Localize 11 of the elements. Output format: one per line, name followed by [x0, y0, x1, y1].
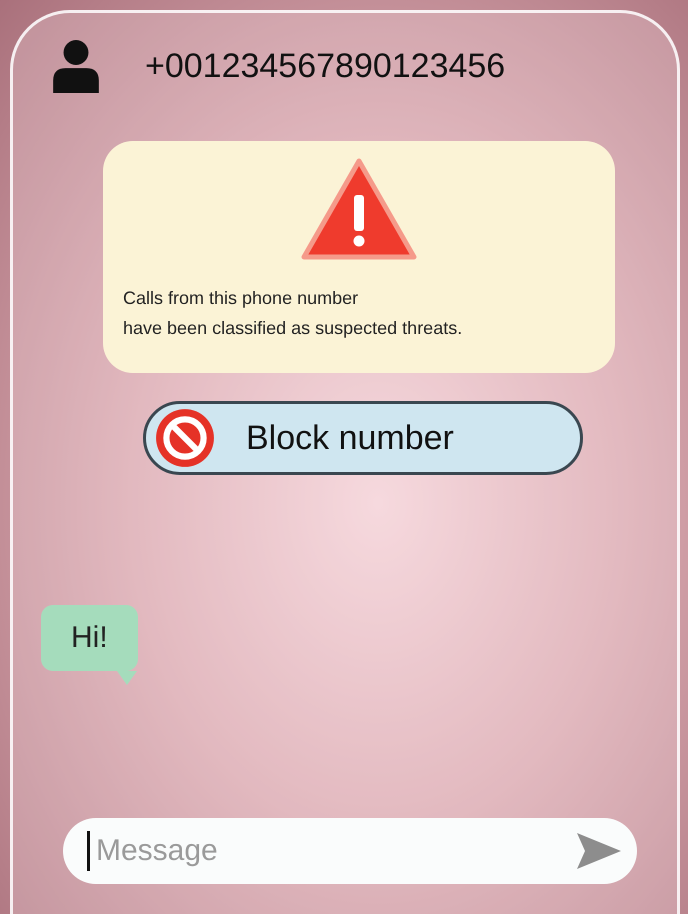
- block-number-button[interactable]: Block number: [143, 401, 583, 475]
- warning-icon: [300, 157, 418, 261]
- no-entry-icon: [154, 407, 216, 469]
- text-cursor: [87, 831, 90, 871]
- send-icon[interactable]: [575, 831, 623, 871]
- phone-number: +001234567890123456: [145, 46, 506, 86]
- message-input[interactable]: Message: [94, 833, 571, 869]
- warning-message: Calls from this phone number have been classified as suspected threats.: [123, 287, 464, 340]
- message-text: Hi!: [71, 621, 108, 654]
- person-icon: [51, 39, 101, 93]
- message-field[interactable]: Message: [63, 818, 637, 884]
